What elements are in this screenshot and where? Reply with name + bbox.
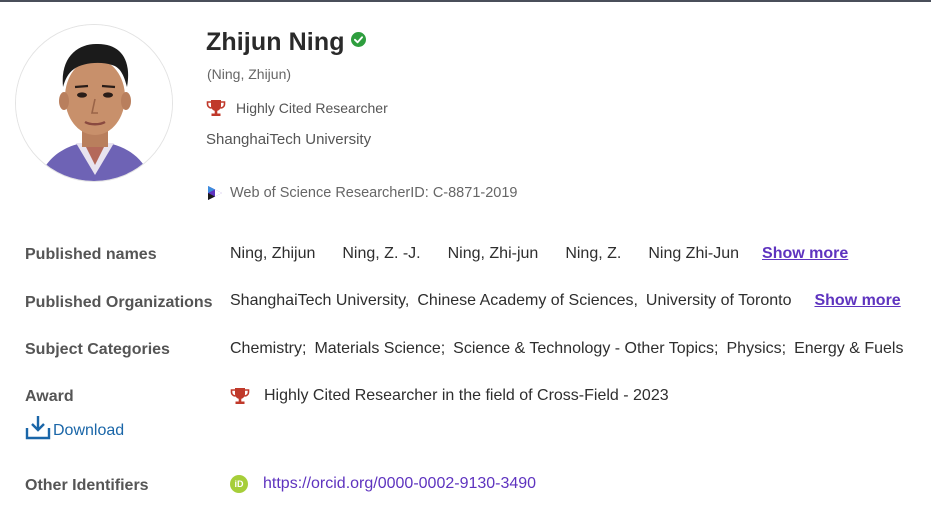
award-trophy-icon: [230, 388, 250, 404]
published-names-label: Published names: [25, 246, 157, 263]
profile-avatar: [15, 24, 173, 182]
highly-cited-badge: Highly Cited Researcher: [206, 99, 388, 117]
subject-item: Materials Science;: [314, 340, 446, 357]
other-identifiers-label: Other Identifiers: [25, 477, 149, 494]
published-name: Ning, Zhi-jun: [447, 245, 539, 262]
published-name: Ning Zhi-Jun: [648, 245, 740, 262]
org-item: University of Toronto: [645, 292, 792, 309]
published-orgs-row: ShanghaiTech University, Chinese Academy…: [230, 292, 901, 310]
trophy-icon: [206, 100, 226, 116]
top-border: [0, 0, 931, 2]
published-name: Ning, Z. -J.: [342, 245, 421, 262]
highly-cited-label: Highly Cited Researcher: [236, 100, 388, 116]
subject-item: Science & Technology - Other Topics;: [453, 340, 719, 357]
subject-categories-label: Subject Categories: [25, 341, 170, 358]
award-row: Highly Cited Researcher in the field of …: [230, 387, 669, 405]
subject-item: Energy & Fuels: [794, 340, 904, 357]
researcher-id-row: Web of Science ResearcherID: C-8871-2019: [206, 184, 517, 202]
published-name: Ning, Zhijun: [230, 245, 316, 262]
subject-categories-row: Chemistry; Materials Science; Science & …: [230, 340, 903, 358]
published-orgs-label: Published Organizations: [25, 294, 213, 311]
researcher-name-row: Zhijun Ning: [206, 28, 366, 57]
orcid-link[interactable]: https://orcid.org/0000-0002-9130-3490: [263, 475, 536, 493]
published-name: Ning, Z.: [565, 245, 622, 262]
download-label: Download: [53, 422, 125, 439]
award-text: Highly Cited Researcher in the field of …: [264, 387, 669, 404]
subject-item: Chemistry;: [230, 340, 307, 357]
orcid-icon: iD: [230, 475, 248, 493]
researcher-id-text: Web of Science ResearcherID: C-8871-2019: [230, 185, 518, 201]
org-item: ShanghaiTech University,: [230, 292, 410, 309]
alternate-name: (Ning, Zhijun): [207, 66, 292, 82]
subject-item: Physics;: [726, 340, 787, 357]
web-of-science-icon: [208, 186, 222, 200]
show-more-orgs-link[interactable]: Show more: [814, 292, 900, 310]
other-identifiers-row: iD https://orcid.org/0000-0002-9130-3490: [230, 475, 536, 493]
org-item: Chinese Academy of Sciences,: [417, 292, 638, 309]
download-icon: [25, 416, 51, 440]
award-label: Award: [25, 388, 74, 405]
researcher-name: Zhijun Ning: [206, 28, 345, 56]
verified-check-icon: [350, 32, 366, 47]
published-names-row: Ning, Zhijun Ning, Z. -J. Ning, Zhi-jun …: [230, 245, 848, 263]
download-button[interactable]: Download: [25, 414, 124, 440]
show-more-names-link[interactable]: Show more: [762, 245, 848, 263]
institution: ShanghaiTech University: [206, 131, 372, 148]
